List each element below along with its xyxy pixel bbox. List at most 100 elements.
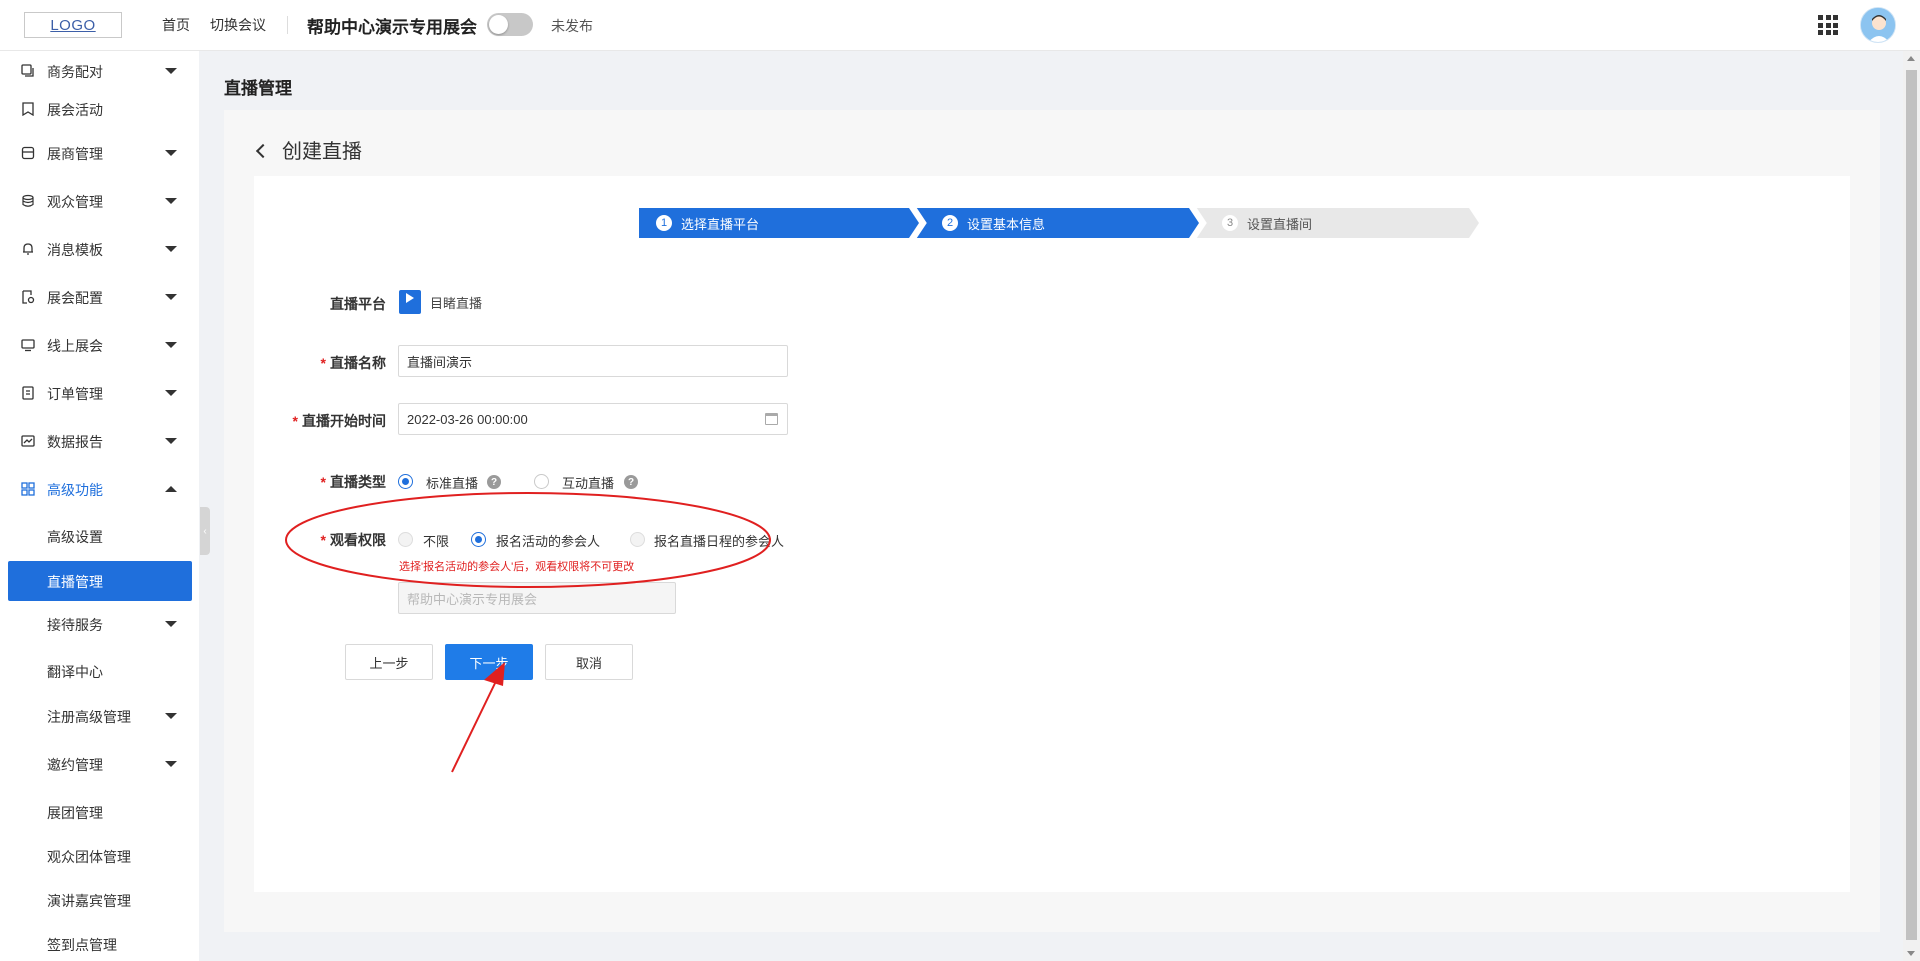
permission-schedule-attendee-label[interactable]: 报名直播日程的参会人 (654, 531, 784, 550)
permission-event-attendee-label[interactable]: 报名活动的参会人 (496, 531, 600, 550)
form-card (254, 176, 1850, 892)
database-icon (20, 193, 36, 209)
logo[interactable]: LOGO (24, 12, 122, 38)
step-1: 1 选择直播平台 (639, 208, 919, 238)
sidebar-item-label: 高级功能 (47, 482, 103, 498)
sidebar-item-label: 展会配置 (47, 290, 103, 306)
type-interactive-label[interactable]: 互动直播 (562, 473, 614, 492)
sidebar-subitem-invitation-management[interactable]: 邀约管理 (0, 744, 199, 784)
sidebar-subitem-speaker-management[interactable]: 演讲嘉宾管理 (0, 880, 199, 920)
sidebar-subitem-label: 签到点管理 (47, 937, 117, 953)
sidebar-subitem-delegation-management[interactable]: 展团管理 (0, 792, 199, 832)
chevron-down-icon (165, 761, 177, 767)
nav-home-link[interactable]: 首页 (162, 15, 190, 35)
settings-doc-icon (20, 289, 36, 305)
required-mark: * (320, 474, 326, 490)
chart-icon (20, 433, 36, 449)
scroll-up-icon[interactable] (1907, 56, 1915, 61)
live-name-input[interactable]: 直播间演示 (398, 345, 788, 377)
sidebar-item-expo-config[interactable]: 展会配置 (0, 277, 199, 317)
chevron-down-icon (165, 246, 177, 252)
chevron-down-icon (165, 68, 177, 74)
sidebar-item-expo-activity[interactable]: 展会活动 (0, 89, 199, 129)
step-3-number: 3 (1222, 215, 1238, 231)
chevron-down-icon (165, 390, 177, 396)
live-type-label: * 直播类型 (320, 474, 386, 490)
sidebar-subitem-label: 接待服务 (47, 617, 103, 633)
permission-unlimited-label[interactable]: 不限 (423, 531, 449, 550)
play-icon (399, 290, 421, 314)
chevron-down-icon (165, 621, 177, 627)
back-button[interactable]: 创建直播 (255, 135, 362, 164)
sidebar-item-business-matching[interactable]: 商务配对 (0, 51, 199, 91)
type-standard-radio[interactable] (398, 474, 413, 489)
chevron-down-icon (165, 294, 177, 300)
sidebar-item-audience-management[interactable]: 观众管理 (0, 181, 199, 221)
step-2-label: 设置基本信息 (967, 216, 1046, 232)
help-icon[interactable]: ? (487, 475, 501, 489)
next-button[interactable]: 下一步 (445, 644, 533, 680)
step-1-label: 选择直播平台 (681, 216, 760, 232)
chevron-down-icon (165, 438, 177, 444)
page-title: 直播管理 (224, 79, 292, 98)
apps-grid-icon[interactable] (1818, 15, 1838, 35)
sidebar-item-label: 观众管理 (47, 194, 103, 210)
platform-label: 直播平台 (330, 296, 386, 312)
permission-unlimited-radio[interactable] (398, 532, 413, 547)
sidebar-item-online-expo[interactable]: 线上展会 (0, 325, 199, 365)
page-scrollbar[interactable] (1903, 51, 1920, 961)
chevron-up-icon (165, 486, 177, 492)
event-select[interactable]: 帮助中心演示专用展会 (398, 582, 676, 614)
sidebar-item-label: 数据报告 (47, 434, 103, 450)
help-icon[interactable]: ? (624, 475, 638, 489)
sidebar: 商务配对 展会活动 展商管理 观众管理 消息模板 展会配置 线上展会 订单管理 … (0, 51, 199, 961)
sidebar-item-label: 展会活动 (47, 102, 103, 118)
bookmark-icon (20, 101, 36, 117)
store-icon (20, 145, 36, 161)
sidebar-item-label: 商务配对 (47, 64, 103, 80)
step-2-number: 2 (942, 215, 958, 231)
chevron-down-icon (165, 150, 177, 156)
permission-event-attendee-radio[interactable] (471, 532, 486, 547)
sidebar-item-message-template[interactable]: 消息模板 (0, 229, 199, 269)
sidebar-item-exhibitor-management[interactable]: 展商管理 (0, 133, 199, 173)
sidebar-subitem-checkin-point[interactable]: 签到点管理 (0, 924, 199, 961)
scroll-thumb[interactable] (1906, 70, 1917, 940)
sidebar-subitem-advanced-settings[interactable]: 高级设置 (0, 516, 199, 556)
sidebar-subitem-live-management[interactable]: 直播管理 (8, 561, 192, 601)
step-1-number: 1 (656, 215, 672, 231)
sidebar-item-order-management[interactable]: 订单管理 (0, 373, 199, 413)
avatar[interactable] (1860, 7, 1896, 43)
prev-button[interactable]: 上一步 (345, 644, 433, 680)
sidebar-item-data-report[interactable]: 数据报告 (0, 421, 199, 461)
required-mark: * (320, 532, 326, 548)
sidebar-subitem-label: 直播管理 (47, 574, 103, 590)
bell-icon (20, 241, 36, 257)
sidebar-subitem-label: 演讲嘉宾管理 (47, 893, 131, 909)
publish-toggle[interactable] (487, 13, 533, 36)
create-live-title: 创建直播 (282, 141, 362, 163)
sidebar-subitem-reception-service[interactable]: 接待服务 (0, 604, 199, 644)
cancel-button[interactable]: 取消 (545, 644, 633, 680)
sidebar-subitem-registration-advanced[interactable]: 注册高级管理 (0, 696, 199, 736)
step-3-label: 设置直播间 (1247, 216, 1313, 232)
permission-schedule-attendee-radio[interactable] (630, 532, 645, 547)
sidebar-collapse-handle[interactable]: ‹ (200, 507, 210, 555)
required-mark: * (292, 413, 298, 429)
type-standard-label[interactable]: 标准直播 (426, 473, 478, 492)
sidebar-subitem-translation-center[interactable]: 翻译中心 (0, 651, 199, 691)
start-time-value: 2022-03-26 00:00:00 (407, 411, 528, 427)
sidebar-item-advanced-features[interactable]: 高级功能 (0, 469, 199, 509)
nav-divider (287, 16, 288, 34)
chevron-down-icon (165, 713, 177, 719)
sidebar-item-label: 线上展会 (47, 338, 103, 354)
calendar-icon (765, 413, 778, 425)
start-time-picker[interactable]: 2022-03-26 00:00:00 (398, 403, 788, 435)
start-time-label: * 直播开始时间 (292, 413, 386, 429)
type-interactive-radio[interactable] (534, 474, 549, 489)
nav-switch-meeting-link[interactable]: 切换会议 (210, 15, 266, 35)
avatar-person-icon (1861, 8, 1895, 42)
grid-icon (20, 481, 36, 497)
scroll-down-icon[interactable] (1907, 951, 1915, 956)
sidebar-subitem-audience-group[interactable]: 观众团体管理 (0, 836, 199, 876)
